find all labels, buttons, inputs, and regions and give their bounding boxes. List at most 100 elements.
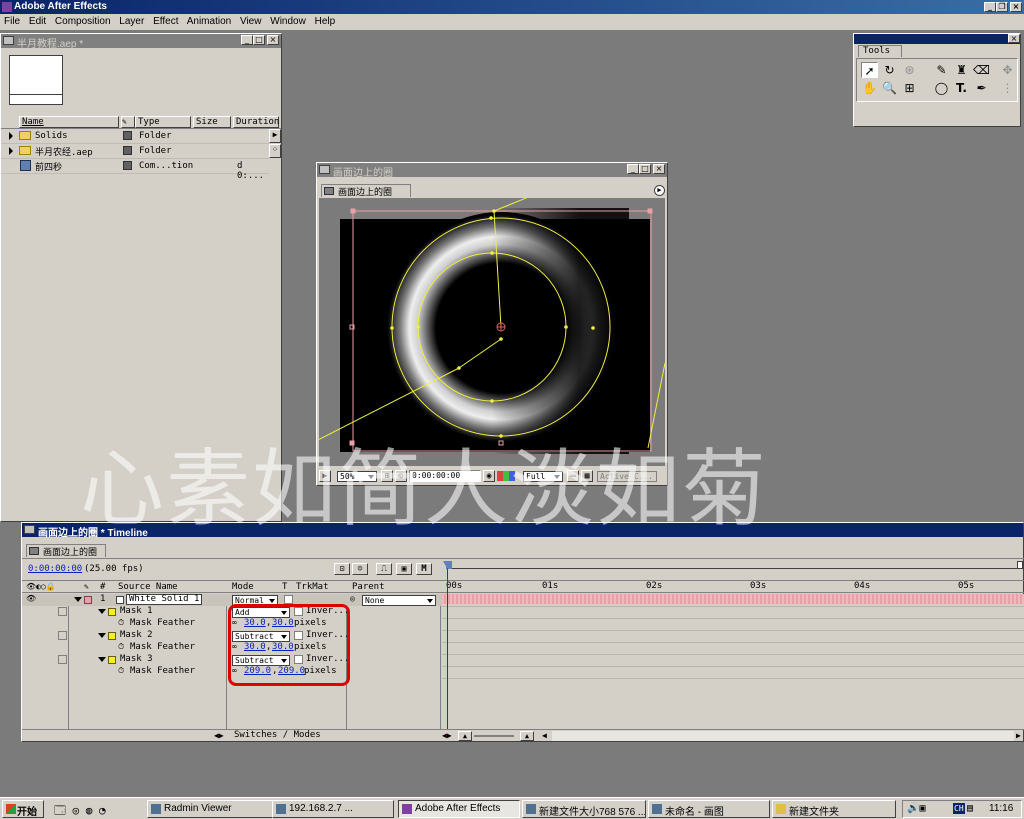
comp-viewer[interactable] [319, 198, 665, 466]
camera-snapshot-icon[interactable]: ◉ [483, 470, 495, 482]
taskbar-button[interactable]: 192.168.2.7 ... [272, 800, 394, 818]
camera-dropdown[interactable]: Active C... [597, 471, 657, 482]
minimize-icon[interactable]: _ [984, 2, 996, 12]
timeline-tab[interactable]: 画面边上的圈 [26, 544, 106, 558]
mask-name[interactable]: Mask 2 [120, 630, 153, 640]
expand-icon[interactable] [98, 657, 106, 662]
rotation-tool-icon[interactable]: ↻ [881, 62, 898, 78]
minimize-icon[interactable]: _ [241, 35, 253, 45]
time-navigator[interactable] [446, 561, 1024, 569]
close-icon[interactable]: × [267, 35, 279, 45]
pick-whip-icon[interactable]: ◎ [350, 594, 355, 603]
quicklaunch-icons[interactable]: 🗔 ◎ ◍ ◔ [54, 802, 106, 819]
stopwatch-icon[interactable]: ⏱ [118, 666, 124, 676]
minimize-icon[interactable]: _ [627, 164, 639, 174]
column-duration[interactable]: Duration [233, 116, 279, 128]
zoom-in-icon[interactable]: ▲ [520, 731, 534, 741]
label-icon[interactable]: ✎ [84, 582, 89, 591]
close-icon[interactable]: × [653, 164, 665, 174]
menu-layer[interactable]: Layer [119, 16, 144, 27]
column-type[interactable]: Type [135, 116, 191, 128]
restore-icon[interactable]: ❐ [996, 2, 1008, 12]
comp-family-icon[interactable]: ⊡ [334, 563, 350, 575]
stopwatch-icon[interactable]: ⏱ [118, 642, 124, 652]
motion-blur-icon[interactable]: ▣ [396, 563, 412, 575]
menu-view[interactable]: View [240, 16, 262, 27]
horizontal-scrollbar[interactable] [552, 731, 1014, 741]
menu-help[interactable]: Help [315, 16, 336, 27]
track-area[interactable] [442, 594, 1024, 729]
pan-behind-tool-icon[interactable]: ⊞ [901, 80, 918, 96]
orbit-camera-tool-icon[interactable]: ⊛ [901, 62, 918, 78]
tray-icons[interactable]: 🔊▣ [907, 803, 925, 814]
list-item[interactable]: Solids Folder [1, 129, 269, 144]
eraser-tool-icon[interactable]: ⌫ [973, 62, 990, 78]
menu-edit[interactable]: Edit [29, 16, 46, 27]
region-of-interest-icon[interactable]: ▭ [567, 470, 579, 482]
scroll-right-icon[interactable]: ▶ [1016, 731, 1024, 741]
expand-icon[interactable] [9, 147, 13, 155]
safe-zones-icon[interactable]: ⊞ [381, 470, 393, 482]
tools-tab[interactable]: Tools [858, 45, 902, 57]
flowchart-icon[interactable]: ⁘ [269, 144, 281, 158]
transparency-grid-icon[interactable]: ▦ [581, 470, 593, 482]
expand-icon[interactable] [9, 132, 13, 140]
brush-tool-icon[interactable]: ✎ [933, 62, 950, 78]
ime-indicator[interactable]: CH [953, 803, 965, 814]
menu-file[interactable]: File [4, 16, 20, 27]
graph-icon[interactable]: M [416, 563, 432, 575]
close-icon[interactable]: × [1008, 34, 1020, 43]
text-tool-icon[interactable]: T. [953, 80, 970, 96]
hand-tool-icon[interactable]: ✋ [861, 80, 878, 96]
label-icon[interactable]: ✎ [121, 116, 135, 128]
taskbar-button[interactable]: Radmin Viewer [147, 800, 281, 818]
shy-layers-icon[interactable]: ☺ [352, 563, 368, 575]
column-trkmat[interactable]: TrkMat [296, 582, 329, 592]
column-size[interactable]: Size [193, 116, 231, 128]
visibility-checkbox[interactable] [58, 607, 67, 616]
clone-stamp-tool-icon[interactable]: ♜ [953, 62, 970, 78]
column-source-name[interactable]: Source Name [118, 582, 178, 592]
zoom-slider[interactable] [474, 735, 514, 737]
layer-name[interactable]: White Solid 1 [126, 594, 203, 605]
menu-effect[interactable]: Effect [153, 16, 178, 27]
comp-timecode[interactable]: 0:00:00:00 [409, 470, 481, 482]
ellipse-tool-icon[interactable]: ◯ [933, 80, 950, 96]
layer-duration-bar[interactable] [442, 594, 1024, 604]
pen-tool-icon[interactable]: ✒ [973, 80, 990, 96]
switches-modes-toggle[interactable]: Switches / Modes [234, 730, 321, 740]
zoom-dropdown[interactable]: 50% [337, 471, 377, 482]
comp-tab[interactable]: 画面边上的圈 [321, 184, 411, 198]
taskbar-button-active[interactable]: Adobe After Effects [398, 800, 520, 818]
selection-tool-icon[interactable]: ➚ [861, 62, 878, 78]
menu-animation[interactable]: Animation [187, 16, 231, 27]
axis-mode-icon[interactable]: ⋮ [999, 80, 1016, 96]
maximize-icon[interactable]: □ [639, 164, 651, 174]
list-item[interactable]: 半月农经.aep Folder [1, 144, 269, 159]
toggle-switches-icon[interactable]: ◀▶ [214, 731, 224, 740]
stopwatch-icon[interactable]: ⏱ [118, 618, 124, 628]
parent-dropdown[interactable]: None [362, 595, 436, 606]
panel-menu-arrow-icon[interactable]: ▶ [654, 185, 665, 196]
mask-color-swatch[interactable] [108, 656, 116, 664]
resolution-dropdown[interactable]: Full [523, 471, 563, 482]
visibility-checkbox[interactable] [58, 631, 67, 640]
panel-menu-arrow-icon[interactable]: ▶ [269, 129, 281, 143]
column-mode[interactable]: Mode [232, 582, 254, 592]
scroll-left-icon[interactable]: ◀ [542, 731, 550, 741]
expand-icon[interactable] [74, 597, 82, 602]
axis-icon[interactable]: ✥ [999, 62, 1016, 78]
expand-icon[interactable] [98, 633, 106, 638]
mask-color-swatch[interactable] [108, 632, 116, 640]
taskbar-button[interactable]: 未命名 - 画图 [648, 800, 770, 818]
mask-color-swatch[interactable] [108, 608, 116, 616]
zoom-tool-icon[interactable]: 🔍 [881, 80, 898, 96]
anchor-point-icon[interactable] [496, 322, 506, 332]
taskbar-button[interactable]: 新建文件大小768 576 ... [522, 800, 646, 818]
column-name[interactable]: Name [19, 116, 119, 128]
preserve-transparency-checkbox[interactable] [284, 595, 293, 604]
maximize-icon[interactable]: □ [253, 35, 265, 45]
taskbar-button[interactable]: 新建文件夹 [772, 800, 896, 818]
zoom-out-icon[interactable]: ▲ [458, 731, 472, 741]
list-item[interactable]: 前四秒 Com...tion d 0:... [1, 159, 269, 181]
